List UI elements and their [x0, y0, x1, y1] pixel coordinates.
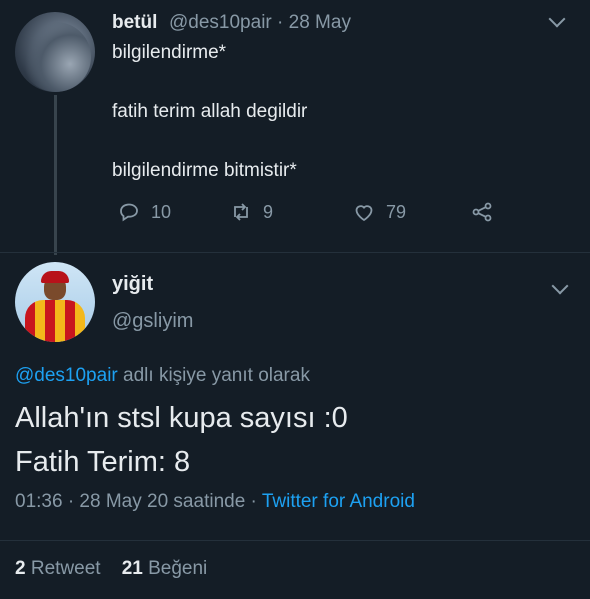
retweet-icon: [234, 203, 248, 221]
like-total: 21: [121, 558, 143, 579]
tweet-timestamp[interactable]: 01:36 · 28 May 20 saatinde ·: [15, 491, 257, 512]
retweet-label: Retweet: [30, 558, 101, 579]
author-handle[interactable]: @des10pair: [169, 12, 272, 33]
reply-button[interactable]: 10: [117, 200, 171, 224]
retweet-total: 2: [15, 558, 26, 579]
tweet-text-line: Allah'ın stsl kupa sayısı :0: [15, 402, 348, 434]
divider: [0, 540, 590, 541]
author-name[interactable]: betül: [112, 12, 157, 34]
tweet-stats: 2 Retweet 21 Beğeni: [15, 558, 207, 580]
retweets-stat[interactable]: 2 Retweet: [15, 558, 101, 579]
tweet-source[interactable]: Twitter for Android: [262, 491, 415, 512]
retweet-count: 9: [263, 201, 274, 222]
avatar[interactable]: [15, 262, 95, 342]
like-count: 79: [386, 201, 407, 222]
tweet-text-line: fatih terim allah degildir: [112, 101, 308, 122]
tweet-text-line: Fatih Terim: 8: [15, 446, 191, 478]
author-name[interactable]: yiğit: [112, 273, 153, 296]
like-label: Beğeni: [148, 558, 208, 579]
retweet-button[interactable]: 9: [229, 200, 273, 224]
tweet-text-line: bilgilendirme*: [112, 42, 227, 63]
chevron-down-icon[interactable]: [548, 10, 566, 28]
tweet-date[interactable]: · 28 May: [277, 12, 351, 33]
share-button[interactable]: [470, 200, 494, 224]
likes-stat[interactable]: 21 Beğeni: [122, 558, 208, 579]
like-button[interactable]: 79: [352, 200, 406, 224]
reply-count: 10: [151, 201, 172, 222]
thread-connector: [54, 95, 57, 255]
chevron-down-icon[interactable]: [551, 277, 569, 295]
tweet-meta: 01:36 · 28 May 20 saatinde · Twitter for…: [15, 491, 415, 513]
replying-to-handle[interactable]: @des10pair: [15, 365, 118, 386]
author-handle[interactable]: @gsliyim: [112, 310, 193, 333]
author-meta: @des10pair · 28 May: [169, 12, 351, 34]
heart-icon: [355, 205, 373, 222]
share-icon: [472, 202, 492, 222]
replying-to: @des10pair adlı kişiye yanıt olarak: [15, 365, 310, 387]
replying-to-label: adlı kişiye yanıt olarak: [117, 365, 310, 386]
divider: [0, 252, 590, 253]
avatar[interactable]: [15, 12, 95, 92]
reply-icon: [120, 203, 138, 222]
tweet-text-line: bilgilendirme bitmistir*: [112, 160, 297, 181]
